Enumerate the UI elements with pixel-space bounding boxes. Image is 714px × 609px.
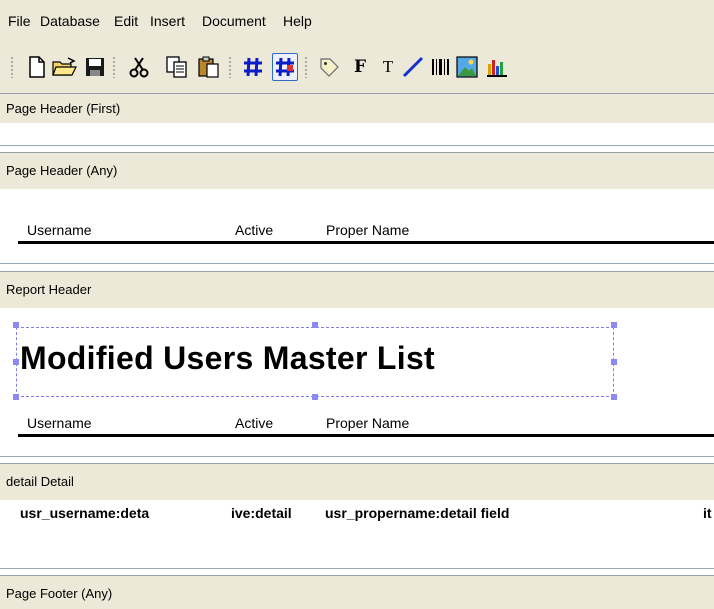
- detail-field-username[interactable]: usr_username:deta: [20, 505, 149, 521]
- band-detail[interactable]: detail Detail: [0, 463, 714, 500]
- menu-edit[interactable]: Edit: [114, 13, 138, 29]
- selection-handle[interactable]: [13, 359, 19, 365]
- grid-icon[interactable]: [240, 53, 266, 81]
- header-rule[interactable]: [18, 241, 714, 244]
- detail-field-clipped[interactable]: it: [703, 505, 712, 521]
- paste-icon[interactable]: [196, 53, 222, 81]
- column-header-active[interactable]: Active: [235, 222, 273, 238]
- band-report-header[interactable]: Report Header: [0, 271, 714, 308]
- band-label: detail Detail: [6, 474, 74, 489]
- bold-field-glyph: F: [353, 57, 367, 77]
- cut-icon[interactable]: [126, 53, 152, 81]
- band-label: Page Footer (Any): [6, 586, 113, 601]
- band-bottom-line: [0, 263, 714, 264]
- band-label: Page Header (First): [6, 101, 121, 116]
- toolbar-grip[interactable]: [304, 56, 308, 78]
- menu-help[interactable]: Help: [283, 13, 312, 29]
- column-header-proper-name[interactable]: Proper Name: [326, 222, 409, 238]
- bold-field-icon[interactable]: F: [347, 53, 373, 81]
- text-glyph: T: [382, 57, 394, 76]
- column-header-username[interactable]: Username: [27, 415, 92, 431]
- open-folder-icon[interactable]: [52, 53, 78, 81]
- chart-icon[interactable]: [484, 53, 510, 81]
- snap-to-grid-icon[interactable]: [272, 53, 298, 81]
- new-icon[interactable]: [24, 53, 50, 81]
- menu-database[interactable]: Database: [40, 13, 100, 29]
- detail-field-active[interactable]: ive:detail: [231, 505, 292, 521]
- menu-document[interactable]: Document: [202, 13, 266, 29]
- toolbar-grip[interactable]: [10, 56, 14, 78]
- menu-insert[interactable]: Insert: [150, 13, 185, 29]
- selection-handle[interactable]: [13, 394, 19, 400]
- menu-bar: File Database Edit Insert Document Help: [0, 0, 714, 43]
- column-header-proper-name[interactable]: Proper Name: [326, 415, 409, 431]
- band-page-footer-any[interactable]: Page Footer (Any): [0, 575, 714, 609]
- barcode-icon[interactable]: [428, 53, 454, 81]
- band-page-header-first[interactable]: Page Header (First): [0, 93, 714, 123]
- band-page-header-any[interactable]: Page Header (Any): [0, 152, 714, 189]
- line-icon[interactable]: [400, 53, 426, 81]
- selection-handle[interactable]: [611, 359, 617, 365]
- copy-icon[interactable]: [164, 53, 190, 81]
- toolbar-grip[interactable]: [228, 56, 232, 78]
- band-bottom-line: [0, 568, 714, 569]
- image-icon[interactable]: [454, 53, 480, 81]
- tag-icon[interactable]: [316, 53, 342, 81]
- selection-handle[interactable]: [13, 322, 19, 328]
- column-header-active[interactable]: Active: [235, 415, 273, 431]
- save-icon[interactable]: [82, 53, 108, 81]
- band-bottom-line: [0, 456, 714, 457]
- header-rule[interactable]: [18, 434, 714, 437]
- text-icon[interactable]: T: [375, 53, 401, 81]
- selection-handle[interactable]: [312, 394, 318, 400]
- band-label: Page Header (Any): [6, 163, 118, 178]
- band-label: Report Header: [6, 282, 92, 297]
- band-bottom-line: [0, 145, 714, 146]
- toolbar: F T: [0, 43, 714, 93]
- report-title[interactable]: Modified Users Master List: [20, 340, 435, 377]
- column-header-username[interactable]: Username: [27, 222, 92, 238]
- menu-file[interactable]: File: [8, 13, 31, 29]
- selection-handle[interactable]: [312, 322, 318, 328]
- detail-field-proper-name[interactable]: usr_propername:detail field: [325, 505, 509, 521]
- selection-handle[interactable]: [611, 322, 617, 328]
- toolbar-grip[interactable]: [112, 56, 116, 78]
- selection-handle[interactable]: [611, 394, 617, 400]
